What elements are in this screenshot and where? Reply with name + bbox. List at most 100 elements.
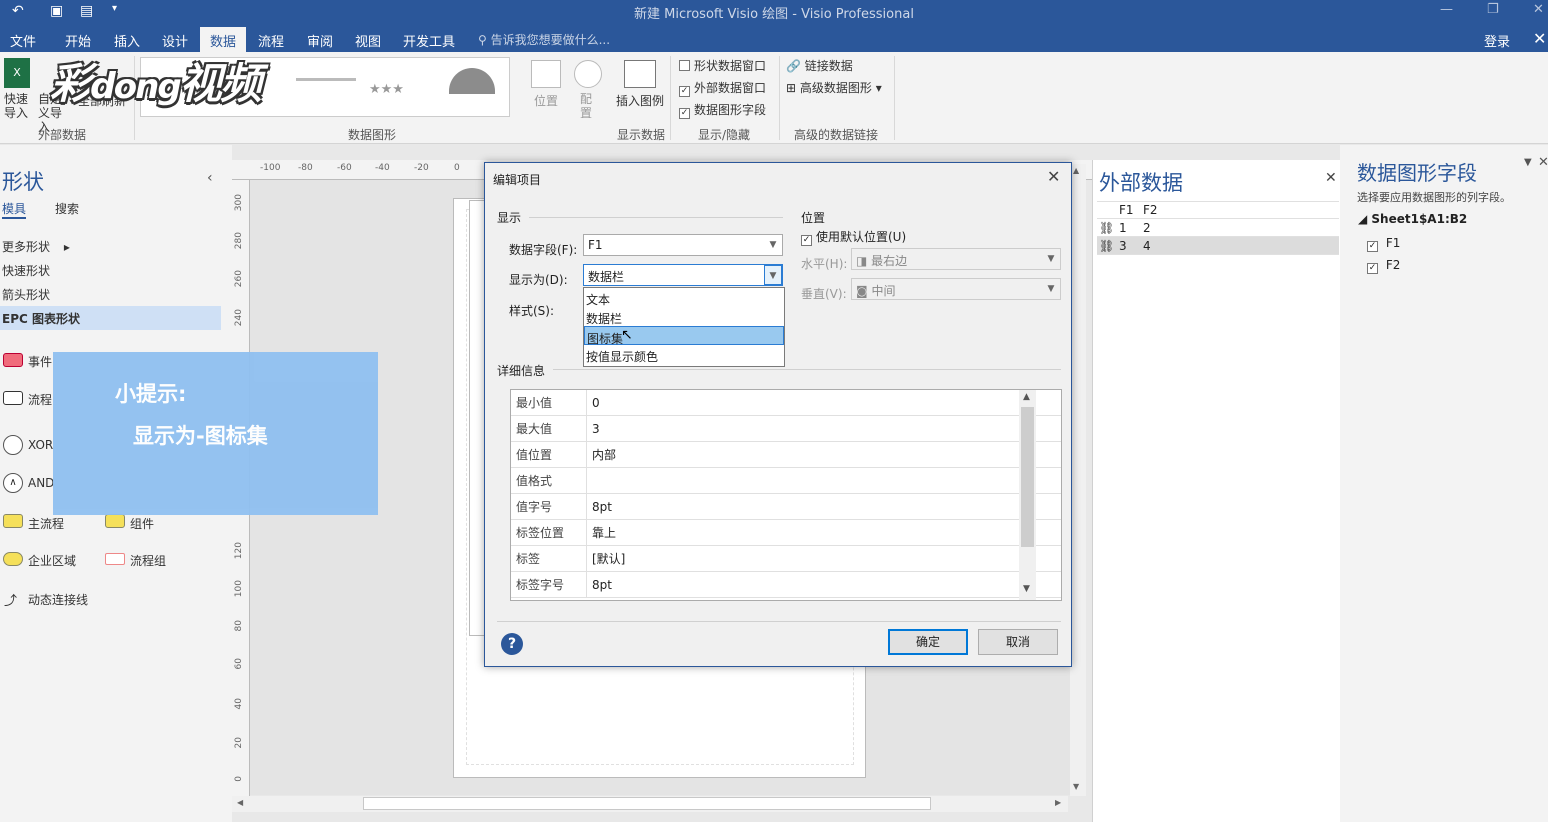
vertical-select[interactable]: ◙ 中间 ▼: [851, 278, 1061, 300]
vertical-scrollbar[interactable]: [1070, 164, 1086, 796]
customize-icon[interactable]: ▾: [112, 3, 117, 14]
undo-icon[interactable]: ↶: [12, 3, 24, 19]
details-value[interactable]: [默认]: [587, 550, 625, 567]
details-row[interactable]: 最大值 3: [511, 416, 1061, 442]
pane-options-icon[interactable]: ▼: [1524, 157, 1532, 168]
use-default-position-checkbox[interactable]: ✓ 使用默认位置(U): [801, 228, 906, 246]
process-group-label[interactable]: 流程组: [130, 552, 166, 569]
component-icon[interactable]: [105, 514, 125, 528]
horizontal-select[interactable]: ◨ 最右边 ▼: [851, 248, 1061, 270]
details-scroll-thumb[interactable]: [1021, 407, 1034, 547]
connector-icon[interactable]: ⤴: [4, 590, 17, 609]
tab-stencil[interactable]: 模具: [2, 200, 27, 219]
save-icon[interactable]: ▣: [50, 3, 63, 19]
data-fields-checkbox[interactable]: ✓ 数据图形字段: [679, 101, 766, 119]
gallery-stars-item[interactable]: ★★★: [369, 82, 404, 97]
gallery-gauge-item[interactable]: [449, 68, 495, 94]
option-text[interactable]: 文本: [584, 288, 784, 307]
insert-legend-button[interactable]: 插入图例: [616, 92, 664, 109]
dialog-close-icon[interactable]: ✕: [1047, 167, 1060, 186]
collapse-icon[interactable]: ‹: [207, 170, 213, 186]
configure-button[interactable]: 配置: [580, 92, 594, 120]
details-value[interactable]: 3: [587, 422, 600, 436]
details-value[interactable]: 8pt: [587, 500, 612, 514]
and-shape-label[interactable]: AND: [28, 476, 54, 490]
table-row[interactable]: ⛓ 1 2: [1097, 219, 1339, 237]
position-button[interactable]: 位置: [534, 92, 558, 109]
process-shape-icon[interactable]: [3, 391, 23, 405]
menu-process[interactable]: 流程: [258, 31, 284, 50]
cancel-button[interactable]: 取消: [978, 629, 1058, 655]
details-row[interactable]: 标签位置 靠上: [511, 520, 1061, 546]
column-header[interactable]: F1: [1117, 203, 1141, 217]
details-value[interactable]: 靠上: [587, 524, 616, 541]
menu-home[interactable]: 开始: [65, 31, 91, 50]
scroll-left-icon[interactable]: ◀: [237, 798, 243, 807]
minimize-icon[interactable]: —: [1440, 2, 1453, 17]
connector-label[interactable]: 动态连接线: [28, 591, 88, 608]
process-shape-label[interactable]: 流程: [28, 391, 52, 408]
xor-shape-icon[interactable]: [3, 435, 23, 455]
details-row[interactable]: 标签字号 8pt: [511, 572, 1061, 598]
chevron-up-icon[interactable]: ▲: [1023, 392, 1030, 402]
sheet-node[interactable]: ◢ Sheet1$A1:B2: [1358, 212, 1467, 226]
arrow-shapes[interactable]: 箭头形状: [2, 286, 50, 303]
fields-close-icon[interactable]: ✕: [1538, 155, 1548, 170]
menu-insert[interactable]: 插入: [114, 31, 140, 50]
table-row[interactable]: ⛓ 3 4: [1097, 237, 1339, 255]
enterprise-area-label[interactable]: 企业区域: [28, 552, 76, 569]
event-shape-label[interactable]: 事件: [28, 353, 52, 370]
external-data-window-checkbox[interactable]: ✓ 外部数据窗口: [679, 79, 766, 97]
menu-file[interactable]: 文件: [10, 31, 36, 50]
restore-icon[interactable]: ❐: [1487, 2, 1499, 17]
option-icon-set[interactable]: 图标集: [584, 326, 784, 346]
open-icon[interactable]: ▤: [80, 3, 93, 19]
field-f1-checkbox[interactable]: ✓ F1: [1367, 236, 1400, 252]
details-value[interactable]: 0: [587, 396, 600, 410]
main-process-label[interactable]: 主流程: [28, 515, 64, 532]
quick-import-button[interactable]: 快速导入: [4, 92, 32, 120]
details-row[interactable]: 值位置 内部: [511, 442, 1061, 468]
more-shapes[interactable]: 更多形状 ▸: [2, 238, 70, 255]
option-color-by-value[interactable]: 按值显示颜色: [584, 345, 784, 364]
ok-button[interactable]: 确定: [888, 629, 968, 655]
xor-shape-label[interactable]: XOR: [28, 438, 53, 452]
component-label[interactable]: 组件: [130, 515, 154, 532]
quick-shapes[interactable]: 快速形状: [2, 262, 50, 279]
ribbon-close-icon[interactable]: ✕: [1533, 29, 1546, 48]
menu-design[interactable]: 设计: [162, 31, 188, 50]
data-field-select[interactable]: F1 ▼: [583, 234, 783, 256]
login-link[interactable]: 登录: [1484, 31, 1510, 50]
link-data-button[interactable]: 🔗 链接数据: [786, 57, 853, 74]
details-row[interactable]: 标签 [默认]: [511, 546, 1061, 572]
process-group-icon[interactable]: [105, 553, 125, 565]
column-header[interactable]: F2: [1141, 203, 1165, 217]
close-window-icon[interactable]: ✕: [1533, 2, 1544, 17]
scroll-up-icon[interactable]: ▲: [1073, 166, 1079, 175]
details-value[interactable]: 8pt: [587, 578, 612, 592]
gallery-bar-item[interactable]: [296, 78, 356, 81]
details-row[interactable]: 值格式: [511, 468, 1061, 494]
enterprise-area-icon[interactable]: [3, 552, 23, 566]
help-icon[interactable]: ?: [501, 633, 523, 655]
scroll-right-icon[interactable]: ▶: [1055, 798, 1061, 807]
details-row[interactable]: 最小值 0: [511, 390, 1061, 416]
advanced-graphics-button[interactable]: ⊞ 高级数据图形 ▾: [786, 79, 882, 96]
show-as-select[interactable]: 数据栏 ▼: [583, 264, 783, 286]
field-f2-checkbox[interactable]: ✓ F2: [1367, 258, 1400, 274]
and-shape-icon[interactable]: ∧: [3, 473, 23, 493]
scroll-down-icon[interactable]: ▼: [1073, 782, 1079, 791]
external-close-icon[interactable]: ✕: [1325, 170, 1337, 186]
main-process-icon[interactable]: [3, 514, 23, 528]
tab-search[interactable]: 搜索: [55, 200, 79, 217]
menu-review[interactable]: 审阅: [307, 31, 333, 50]
event-shape-icon[interactable]: [3, 353, 23, 367]
horizontal-scroll-thumb[interactable]: [363, 797, 931, 810]
menu-data[interactable]: 数据: [200, 27, 247, 52]
menu-view[interactable]: 视图: [355, 31, 381, 50]
details-value[interactable]: 内部: [587, 446, 616, 463]
tell-me-box[interactable]: ⚲ 告诉我您想要做什么...: [478, 31, 610, 48]
option-data-bar[interactable]: 数据栏: [584, 307, 784, 326]
chevron-down-icon[interactable]: ▼: [1023, 584, 1030, 594]
shape-data-window-checkbox[interactable]: 形状数据窗口: [679, 57, 766, 74]
